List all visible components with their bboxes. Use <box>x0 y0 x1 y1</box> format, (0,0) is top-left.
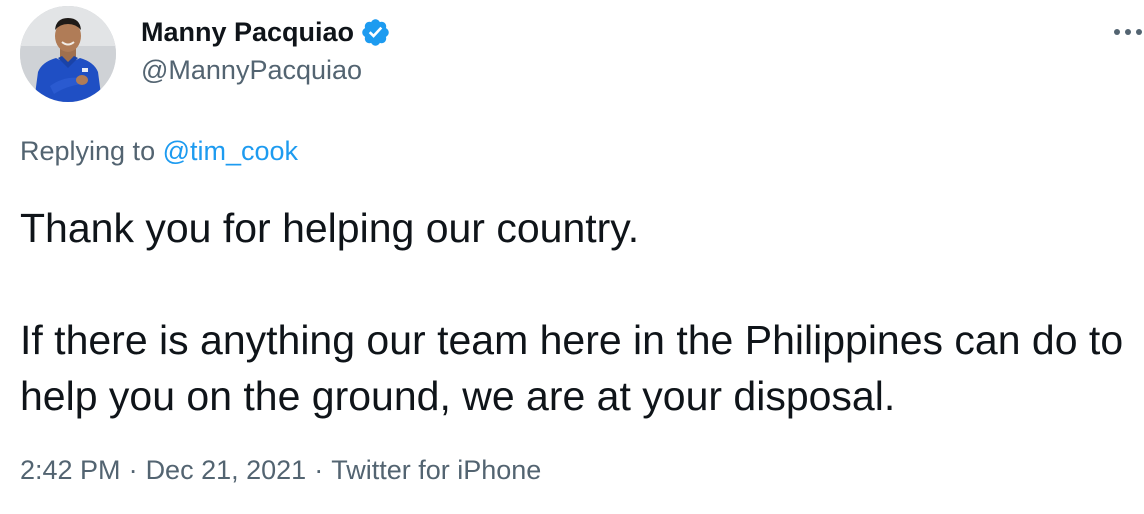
avatar[interactable] <box>20 6 116 102</box>
replying-to: Replying to @tim_cook <box>20 136 298 167</box>
author-handle[interactable]: @MannyPacquiao <box>141 55 362 86</box>
tweet-paragraph: If there is anything our team here in th… <box>20 317 1135 419</box>
more-options-icon[interactable] <box>1112 16 1144 48</box>
author-name-row: Manny Pacquiao <box>141 14 391 50</box>
tweet: Manny Pacquiao @MannyPacquiao Replying t… <box>0 0 1144 514</box>
tweet-meta: 2:42 PM · Dec 21, 2021 · Twitter for iPhone <box>20 455 541 486</box>
tweet-source[interactable]: Twitter for iPhone <box>331 455 541 485</box>
verified-badge-icon <box>360 17 391 48</box>
tweet-text: Thank you for helping our country. If th… <box>20 200 1140 424</box>
meta-separator: · <box>314 455 324 485</box>
replying-to-label: Replying to <box>20 136 163 166</box>
meta-separator: · <box>128 455 138 485</box>
tweet-date[interactable]: Dec 21, 2021 <box>146 455 307 485</box>
author-display-name[interactable]: Manny Pacquiao <box>141 17 354 48</box>
avatar-image <box>20 6 116 102</box>
reply-target-link[interactable]: @tim_cook <box>163 136 298 166</box>
tweet-time[interactable]: 2:42 PM <box>20 455 121 485</box>
tweet-paragraph: Thank you for helping our country. <box>20 205 640 251</box>
